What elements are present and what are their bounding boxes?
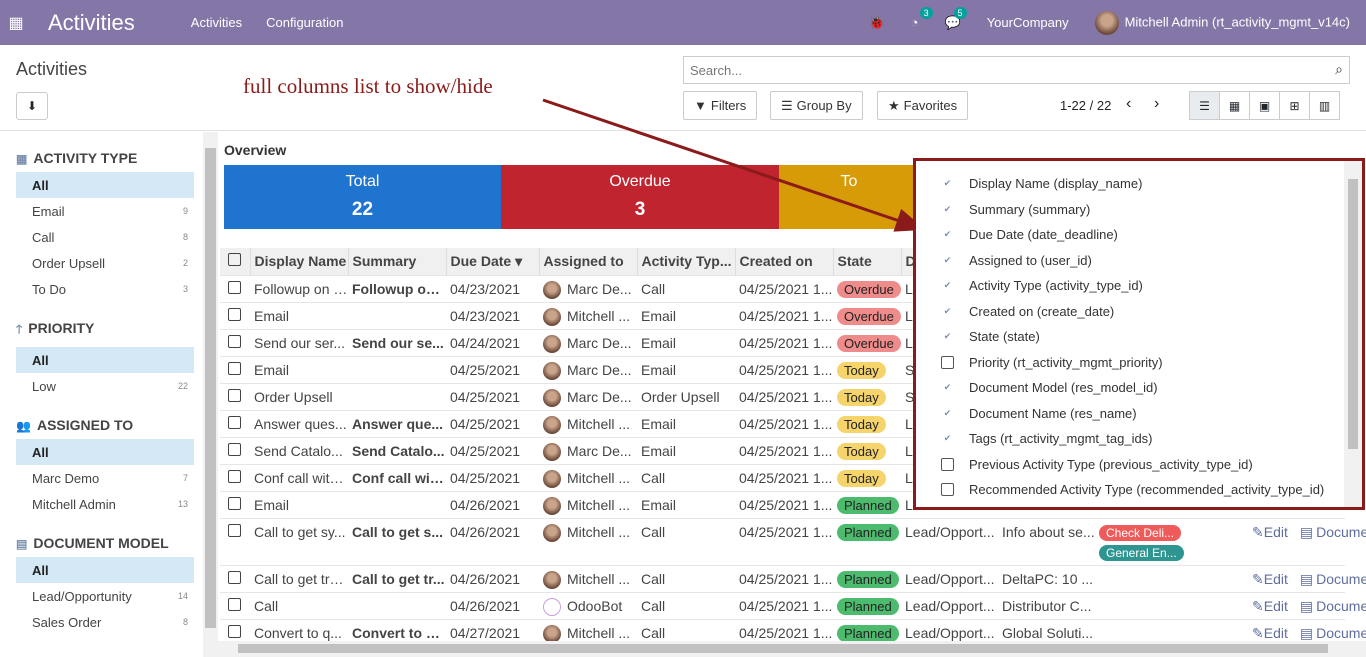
optional-columns-list: ✔ Display Name (display_name) ✔ Summary (su…	[916, 161, 1344, 507]
optional-column-toggle[interactable]: ✔ Document Model (res_model_id)	[916, 375, 1344, 401]
unchecked-checkbox-icon[interactable]	[941, 355, 954, 369]
optional-column-label: State (state)	[969, 329, 1040, 345]
dropdown-scroll-thumb[interactable]	[1348, 179, 1358, 449]
checked-checkbox-icon[interactable]: ✔	[941, 177, 954, 190]
optional-column-toggle[interactable]: Recommended Activity Type (recommended_a…	[916, 477, 1344, 503]
optional-column-toggle[interactable]: ✔ Summary (summary)	[916, 197, 1344, 223]
optional-column-toggle[interactable]: ✔ Document Name (res_name)	[916, 401, 1344, 427]
checked-checkbox-icon[interactable]: ✔	[941, 407, 954, 420]
optional-column-toggle[interactable]: ✔ Activity Type (activity_type_id)	[916, 273, 1344, 299]
optional-column-toggle[interactable]: Previous Activity Type (previous_activit…	[916, 452, 1344, 478]
optional-column-toggle[interactable]: ✔ State (state)	[916, 324, 1344, 350]
optional-column-toggle[interactable]: ✔ Display Name (display_name)	[916, 171, 1344, 197]
optional-column-label: Display Name (display_name)	[969, 176, 1143, 192]
optional-column-label: Tags (rt_activity_mgmt_tag_ids)	[969, 431, 1153, 447]
optional-columns-dropdown: ✔ Display Name (display_name) ✔ Summary (su…	[913, 158, 1365, 510]
unchecked-checkbox-icon[interactable]	[941, 457, 954, 471]
optional-column-label: Due Date (date_deadline)	[969, 227, 1118, 243]
optional-column-label: Activity Type (activity_type_id)	[969, 278, 1143, 294]
optional-column-label: Previous Activity Type (previous_activit…	[969, 456, 1253, 472]
optional-column-label: Assigned to (user_id)	[969, 252, 1092, 268]
optional-column-toggle[interactable]: ✔ Created on (create_date)	[916, 299, 1344, 325]
checked-checkbox-icon[interactable]: ✔	[941, 305, 954, 318]
checked-checkbox-icon[interactable]: ✔	[941, 381, 954, 394]
optional-column-label: Recommended Activity Type (recommended_a…	[969, 482, 1325, 498]
checked-checkbox-icon[interactable]: ✔	[941, 330, 954, 343]
unchecked-checkbox-icon[interactable]	[941, 483, 954, 497]
checked-checkbox-icon[interactable]: ✔	[941, 279, 954, 292]
optional-column-toggle[interactable]: Priority (rt_activity_mgmt_priority)	[916, 350, 1344, 376]
dropdown-scrollbar[interactable]	[1344, 161, 1362, 507]
checked-checkbox-icon[interactable]: ✔	[941, 432, 954, 445]
checked-checkbox-icon[interactable]: ✔	[941, 254, 954, 267]
optional-column-label: Priority (rt_activity_mgmt_priority)	[969, 354, 1163, 370]
optional-column-label: Created on (create_date)	[969, 303, 1115, 319]
optional-column-label: Summary (summary)	[969, 201, 1091, 217]
optional-column-toggle[interactable]: ✔ Assigned to (user_id)	[916, 248, 1344, 274]
dropdown-spacer	[916, 161, 1344, 171]
checked-checkbox-icon[interactable]: ✔	[941, 203, 954, 216]
optional-column-toggle[interactable]: ✔ Tags (rt_activity_mgmt_tag_ids)	[916, 426, 1344, 452]
checked-checkbox-icon[interactable]: ✔	[941, 228, 954, 241]
optional-column-label: Document Name (res_name)	[969, 405, 1137, 421]
optional-column-toggle[interactable]: ✔ Due Date (date_deadline)	[916, 222, 1344, 248]
optional-column-label: Document Model (res_model_id)	[969, 380, 1158, 396]
